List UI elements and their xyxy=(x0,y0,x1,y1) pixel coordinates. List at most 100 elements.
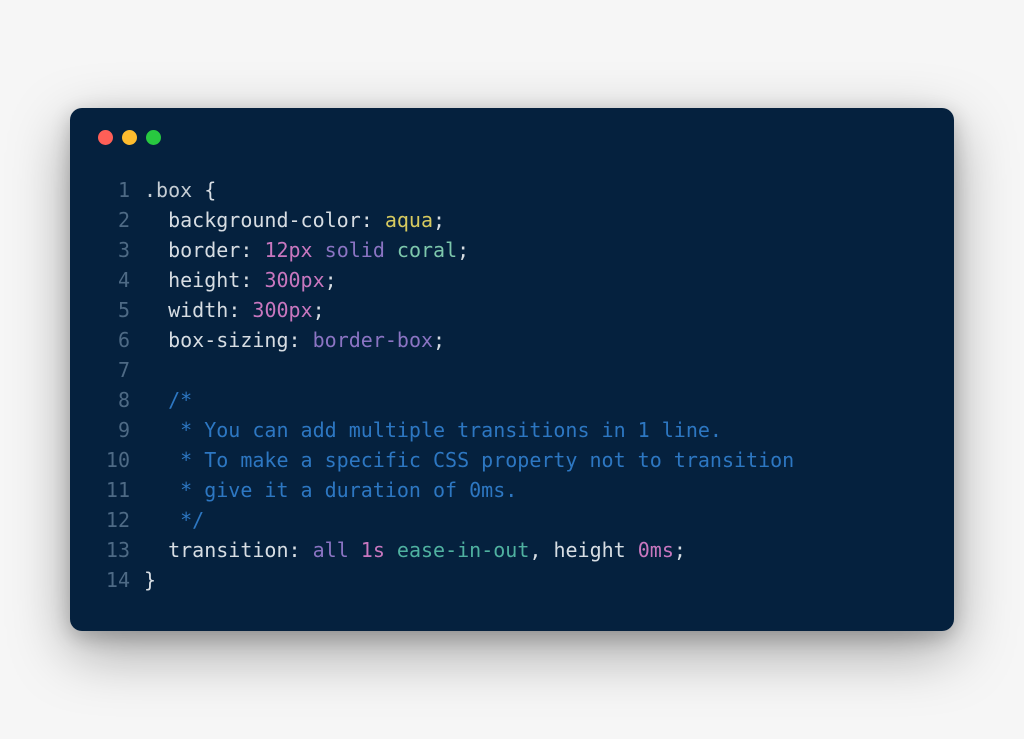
code-token: coral xyxy=(397,238,457,262)
line-number: 14 xyxy=(98,565,144,595)
code-token xyxy=(144,268,168,292)
code-token xyxy=(144,358,156,382)
code-token xyxy=(385,538,397,562)
line-content: height: 300px; xyxy=(144,265,337,295)
code-window: 1.box {2 background-color: aqua;3 border… xyxy=(70,108,954,631)
code-token xyxy=(144,388,168,412)
line-content: width: 300px; xyxy=(144,295,325,325)
line-content xyxy=(144,355,156,385)
code-token: border-box xyxy=(313,328,433,352)
code-token: ; xyxy=(433,208,445,232)
line-content: /* xyxy=(144,385,192,415)
code-token: * give it a duration of 0ms. xyxy=(144,478,517,502)
code-token: aqua xyxy=(385,208,433,232)
code-token xyxy=(144,298,168,322)
code-token: ; xyxy=(325,268,337,292)
code-token: border xyxy=(168,238,240,262)
line-content: } xyxy=(144,565,156,595)
line-number: 7 xyxy=(98,355,144,385)
code-token: : xyxy=(289,538,313,562)
code-token: 12px xyxy=(264,238,312,262)
code-token xyxy=(144,208,168,232)
line-number: 12 xyxy=(98,505,144,535)
code-token: width xyxy=(168,298,228,322)
code-line: 10 * To make a specific CSS property not… xyxy=(98,445,926,475)
code-token: } xyxy=(144,568,156,592)
minimize-icon[interactable] xyxy=(122,130,137,145)
code-token: : xyxy=(361,208,385,232)
line-number: 2 xyxy=(98,205,144,235)
line-number: 3 xyxy=(98,235,144,265)
code-line: 6 box-sizing: border-box; xyxy=(98,325,926,355)
code-line: 3 border: 12px solid coral; xyxy=(98,235,926,265)
code-token: 1s xyxy=(361,538,385,562)
code-line: 9 * You can add multiple transitions in … xyxy=(98,415,926,445)
code-token xyxy=(144,538,168,562)
code-token xyxy=(385,238,397,262)
code-token xyxy=(626,538,638,562)
code-line: 5 width: 300px; xyxy=(98,295,926,325)
code-token: 300px xyxy=(264,268,324,292)
code-token xyxy=(144,328,168,352)
code-token: box-sizing xyxy=(168,328,288,352)
line-number: 9 xyxy=(98,415,144,445)
line-number: 6 xyxy=(98,325,144,355)
code-line: 13 transition: all 1s ease-in-out, heigh… xyxy=(98,535,926,565)
line-number: 10 xyxy=(98,445,144,475)
line-number: 4 xyxy=(98,265,144,295)
code-token xyxy=(349,538,361,562)
code-token: * To make a specific CSS property not to… xyxy=(144,448,794,472)
line-content: * To make a specific CSS property not to… xyxy=(144,445,794,475)
code-token: ; xyxy=(457,238,469,262)
line-content: * give it a duration of 0ms. xyxy=(144,475,517,505)
code-token: { xyxy=(192,178,216,202)
code-line: 8 /* xyxy=(98,385,926,415)
close-icon[interactable] xyxy=(98,130,113,145)
code-token: solid xyxy=(325,238,385,262)
code-token: background-color xyxy=(168,208,361,232)
line-number: 11 xyxy=(98,475,144,505)
code-token: : xyxy=(240,268,264,292)
code-token xyxy=(313,238,325,262)
line-content: border: 12px solid coral; xyxy=(144,235,469,265)
code-token: all xyxy=(313,538,349,562)
code-token: ease-in-out xyxy=(397,538,529,562)
line-number: 5 xyxy=(98,295,144,325)
code-token: */ xyxy=(144,508,204,532)
code-line: 11 * give it a duration of 0ms. xyxy=(98,475,926,505)
code-line: 14} xyxy=(98,565,926,595)
code-token: : xyxy=(228,298,252,322)
line-content: */ xyxy=(144,505,204,535)
line-number: 13 xyxy=(98,535,144,565)
code-token: 0ms xyxy=(638,538,674,562)
code-token: ; xyxy=(674,538,686,562)
maximize-icon[interactable] xyxy=(146,130,161,145)
code-token xyxy=(144,238,168,262)
code-token: 300px xyxy=(252,298,312,322)
code-token: : xyxy=(240,238,264,262)
code-line: 4 height: 300px; xyxy=(98,265,926,295)
line-content: .box { xyxy=(144,175,216,205)
line-content: box-sizing: border-box; xyxy=(144,325,445,355)
code-line: 7 xyxy=(98,355,926,385)
code-block[interactable]: 1.box {2 background-color: aqua;3 border… xyxy=(98,175,926,595)
code-token: , xyxy=(529,538,553,562)
code-token: ; xyxy=(313,298,325,322)
code-token: ; xyxy=(433,328,445,352)
code-line: 2 background-color: aqua; xyxy=(98,205,926,235)
code-token: .box xyxy=(144,178,192,202)
line-number: 1 xyxy=(98,175,144,205)
code-token: height xyxy=(553,538,625,562)
line-number: 8 xyxy=(98,385,144,415)
line-content: * You can add multiple transitions in 1 … xyxy=(144,415,722,445)
line-content: transition: all 1s ease-in-out, height 0… xyxy=(144,535,686,565)
code-token: /* xyxy=(168,388,192,412)
line-content: background-color: aqua; xyxy=(144,205,445,235)
code-token: : xyxy=(289,328,313,352)
code-line: 12 */ xyxy=(98,505,926,535)
window-titlebar xyxy=(98,130,926,175)
code-token: * You can add multiple transitions in 1 … xyxy=(144,418,722,442)
code-token: transition xyxy=(168,538,288,562)
code-line: 1.box { xyxy=(98,175,926,205)
code-token: height xyxy=(168,268,240,292)
